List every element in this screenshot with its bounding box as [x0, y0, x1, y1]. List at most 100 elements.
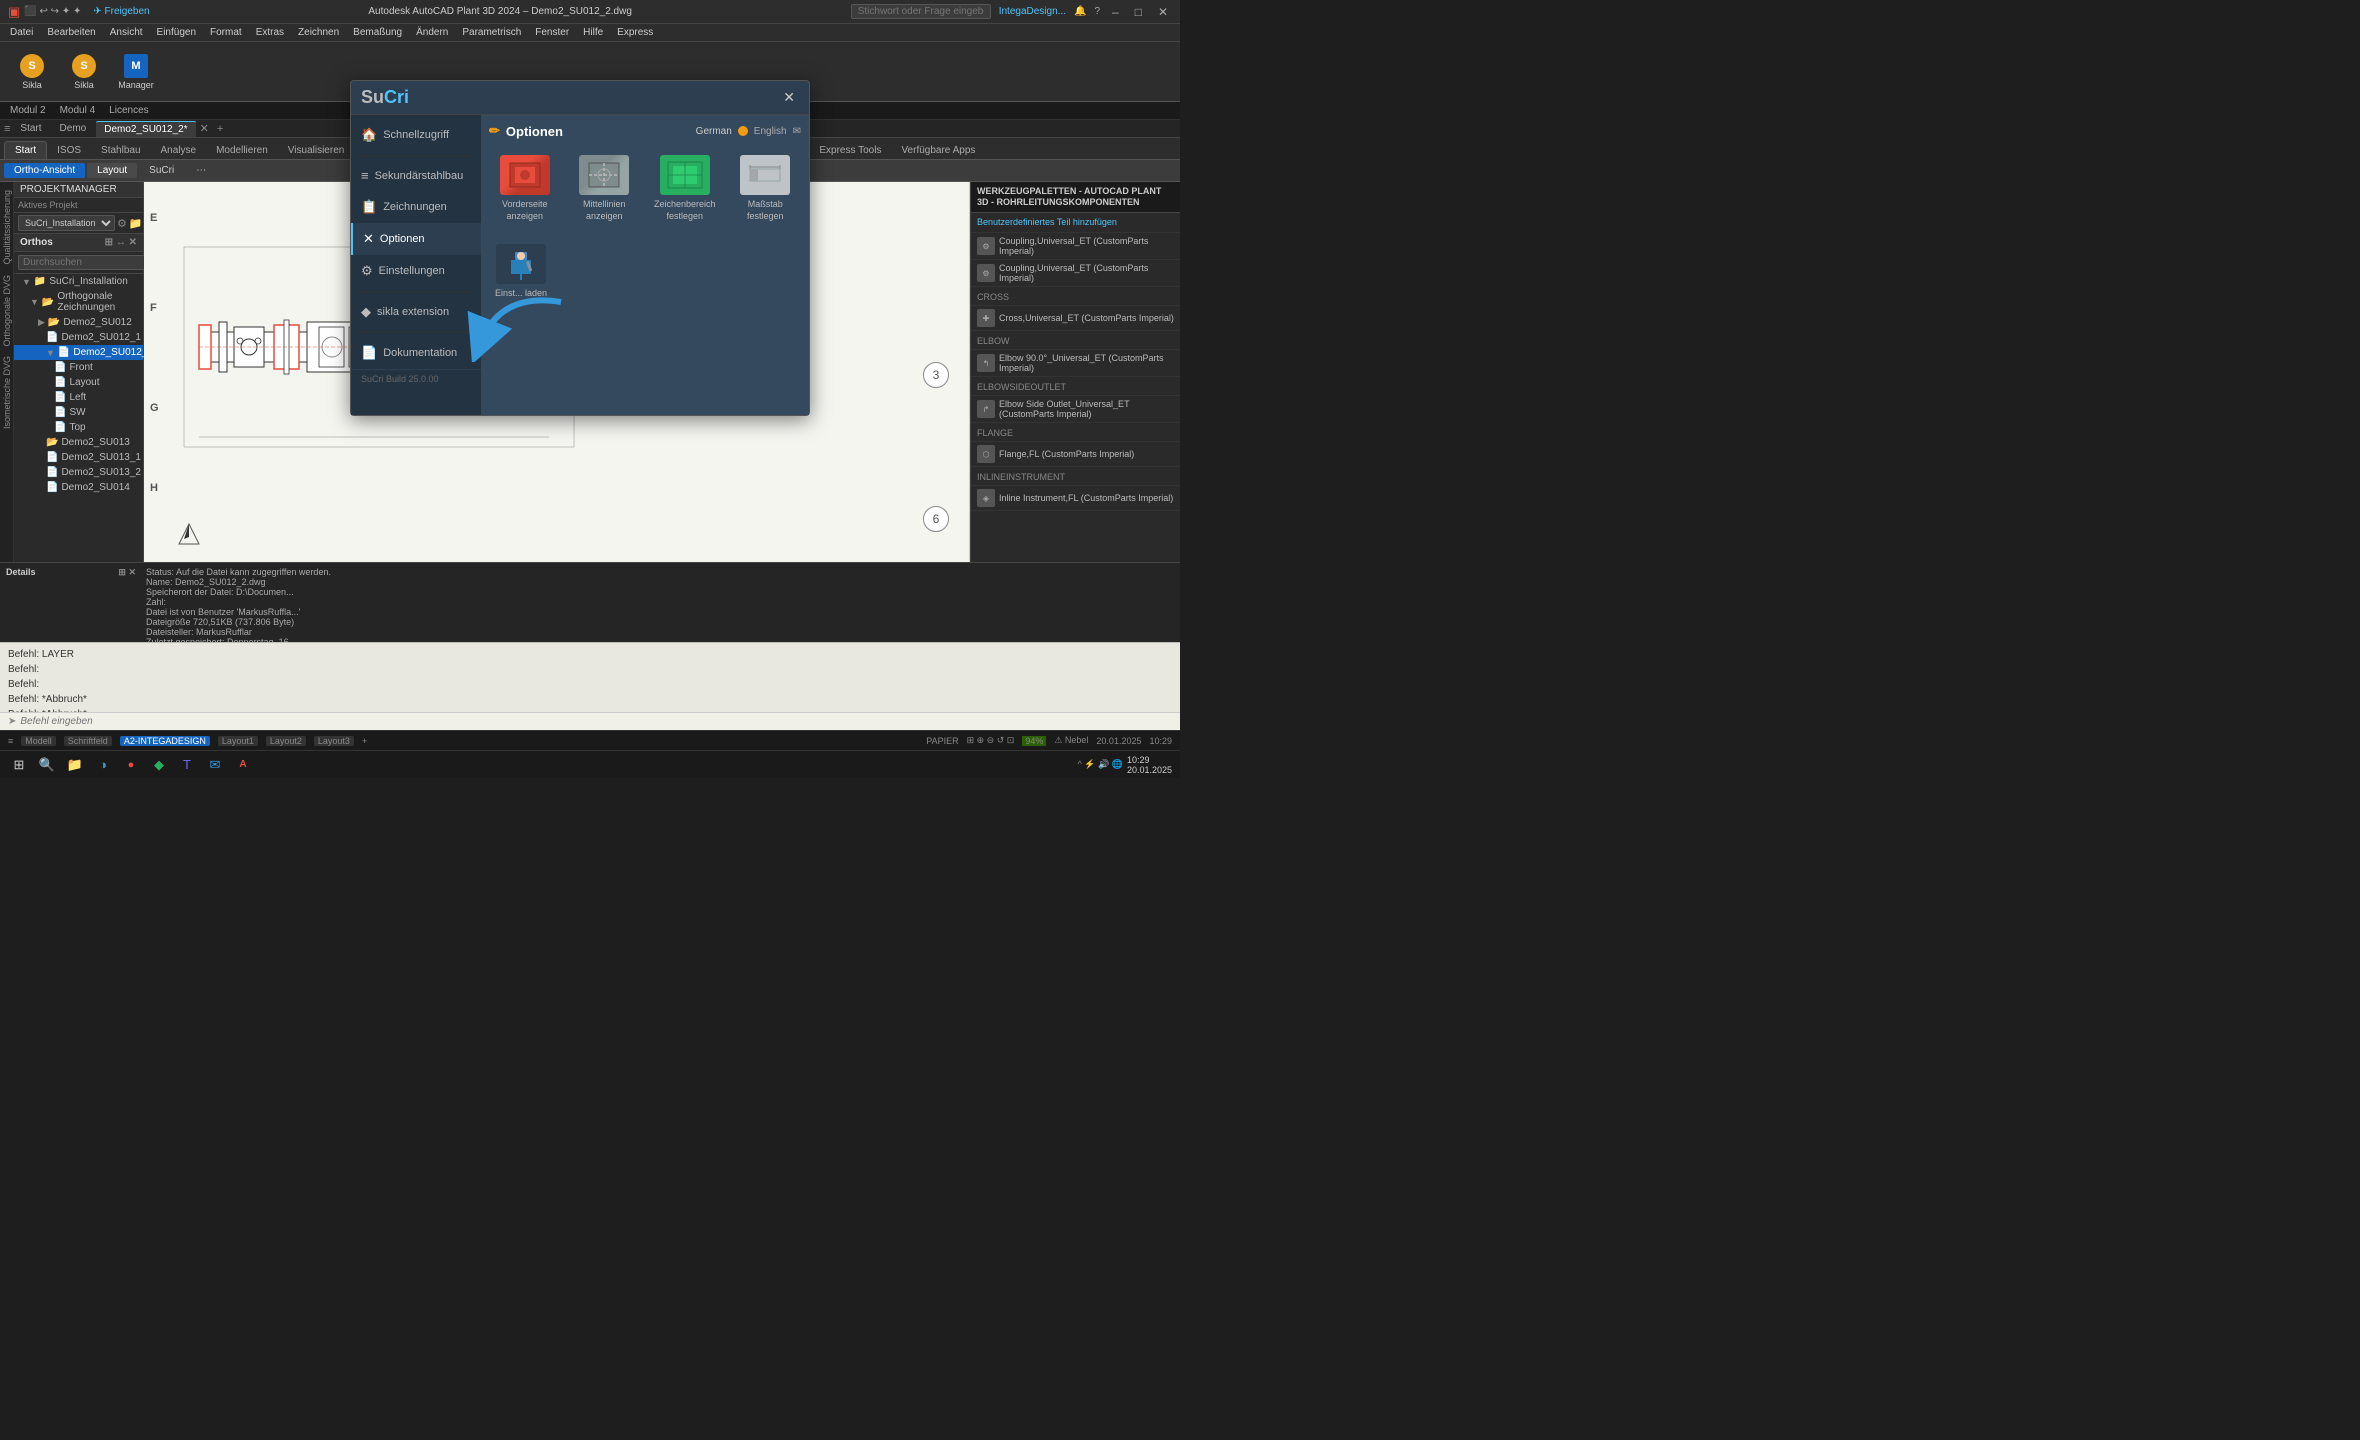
tab-demo2[interactable]: Demo2_SU012_2* — [96, 121, 195, 137]
close-tab-icon[interactable]: ✕ — [200, 122, 209, 135]
ribbon-tab-start[interactable]: Start — [4, 141, 47, 159]
popup-schnellzugriff[interactable]: 🏠 Schnellzugriff — [351, 119, 481, 151]
popup-close-button[interactable]: ✕ — [779, 89, 799, 106]
menu-ansicht[interactable]: Ansicht — [104, 25, 149, 40]
vert-tab-qualitat[interactable]: Qualitätssicherung — [1, 186, 13, 269]
tree-sw[interactable]: 📄 SW — [14, 405, 143, 420]
status-a2[interactable]: A2-INTEGADESIGN — [120, 736, 210, 746]
popup-grid-mittellinien[interactable]: Mittellinien anzeigen — [568, 149, 639, 228]
status-layout2[interactable]: Layout2 — [266, 736, 306, 746]
add-tab-button[interactable]: + — [211, 121, 229, 137]
taskbar-teams-icon[interactable]: T — [176, 754, 198, 776]
toolbar-manager-btn[interactable]: M Manager — [112, 46, 160, 98]
help-icon[interactable]: ? — [1094, 6, 1100, 17]
module-4[interactable]: Modul 4 — [54, 103, 102, 118]
tree-front[interactable]: 📄 Front — [14, 360, 143, 375]
vert-tab-iso[interactable]: Isometrische DVG — [1, 352, 13, 433]
ribbon-tab-modellieren[interactable]: Modellieren — [206, 142, 278, 159]
module-2[interactable]: Modul 2 — [4, 103, 52, 118]
notification-icon[interactable]: 🔔 — [1074, 6, 1086, 17]
minimize-button[interactable]: – — [1108, 5, 1123, 19]
right-item-flange[interactable]: ⬡ Flange,FL (CustomParts Imperial) — [971, 442, 1180, 467]
lang-mail-icon[interactable]: ✉ — [793, 126, 801, 137]
maximize-button[interactable]: □ — [1131, 5, 1146, 19]
right-item-cross[interactable]: ✚ Cross,Universal_ET (CustomParts Imperi… — [971, 306, 1180, 331]
popup-grid-vorderseite[interactable]: Vorderseite anzeigen — [489, 149, 560, 228]
lang-de[interactable]: German — [696, 126, 732, 137]
ribbon-tab-visualisieren[interactable]: Visualisieren — [278, 142, 355, 159]
popup-load-settings[interactable]: Einst... laden — [489, 238, 553, 306]
menu-fenster[interactable]: Fenster — [529, 25, 575, 40]
menu-parametrisch[interactable]: Parametrisch — [456, 25, 527, 40]
tree-ortho[interactable]: ▼ 📂 Orthogonale Zeichnungen — [14, 289, 143, 315]
tree-su012-1[interactable]: 📄 Demo2_SU012_1 — [14, 330, 143, 345]
popup-sikla-extension[interactable]: ◆ sikla extension — [351, 296, 481, 328]
tree-su013-2[interactable]: 📄 Demo2_SU013_2 — [14, 465, 143, 480]
tab-start[interactable]: Start — [12, 121, 49, 136]
menu-extras[interactable]: Extras — [250, 25, 290, 40]
nav-layout[interactable]: Layout — [87, 163, 137, 178]
tree-top[interactable]: 📄 Top — [14, 420, 143, 435]
close-button[interactable]: ✕ — [1154, 5, 1172, 19]
add-custom-part-btn[interactable]: Benutzerdefiniertes Teil hinzufügen — [977, 217, 1117, 227]
menu-einfuegen[interactable]: Einfügen — [151, 25, 202, 40]
right-item-inline[interactable]: ◈ Inline Instrument,FL (CustomParts Impe… — [971, 486, 1180, 511]
tree-su013[interactable]: 📂 Demo2_SU013 — [14, 435, 143, 450]
right-item-coupling-1[interactable]: ⚙ Coupling,Universal_ET (CustomParts Imp… — [971, 233, 1180, 260]
taskbar-outlook-icon[interactable]: ✉ — [204, 754, 226, 776]
ribbon-tab-analyse[interactable]: Analyse — [151, 142, 207, 159]
project-search-input[interactable] — [18, 255, 160, 270]
tree-left[interactable]: 📄 Left — [14, 390, 143, 405]
lang-en[interactable]: English — [754, 126, 787, 137]
tree-layout[interactable]: 📄 Layout — [14, 375, 143, 390]
taskbar-search-icon[interactable]: 🔍 — [36, 754, 58, 776]
tree-su012-2[interactable]: ▼ 📄 Demo2_SU012_2 — [14, 345, 143, 360]
right-item-coupling-2[interactable]: ⚙ Coupling,Universal_ET (CustomParts Imp… — [971, 260, 1180, 287]
ribbon-tab-stahlbau[interactable]: Stahlbau — [91, 142, 150, 159]
popup-einstellungen[interactable]: ⚙ Einstellungen — [351, 255, 481, 287]
vert-tab-ortho[interactable]: Orthogonale DVG — [1, 271, 13, 351]
nav-more[interactable]: ⋯ — [186, 163, 216, 178]
popup-dokumentation[interactable]: 📄 Dokumentation — [351, 337, 481, 369]
status-schriftfeld[interactable]: Schriftfeld — [64, 736, 112, 746]
status-modell[interactable]: Modell — [21, 736, 56, 746]
add-layout-btn[interactable]: + — [362, 736, 367, 746]
console-input-field[interactable] — [20, 716, 1172, 727]
popup-grid-zeichenbereich[interactable]: Zeichenbereich festlegen — [648, 149, 722, 228]
toolbar-sikla-btn-1[interactable]: S Sikla — [8, 46, 56, 98]
toolbar-sikla-btn-2[interactable]: S Sikla — [60, 46, 108, 98]
right-item-elbow[interactable]: ↰ Elbow 90.0°_Universal_ET (CustomParts … — [971, 350, 1180, 377]
collapse-icon[interactable]: ≡ — [4, 123, 10, 135]
popup-optionen[interactable]: ✕ Optionen — [351, 223, 481, 255]
menu-hilfe[interactable]: Hilfe — [577, 25, 609, 40]
tree-su013-1[interactable]: 📄 Demo2_SU013_1 — [14, 450, 143, 465]
popup-zeichnungen[interactable]: 📋 Zeichnungen — [351, 191, 481, 223]
layout-toggle-icon[interactable]: ≡ — [8, 736, 13, 746]
tree-root[interactable]: ▼ 📁 SuCri_Installation — [14, 274, 143, 289]
taskbar-edge-icon[interactable]: ◑ — [92, 754, 114, 776]
taskbar-chrome-icon[interactable]: ● — [120, 754, 142, 776]
windows-start-icon[interactable]: ⊞ — [8, 754, 30, 776]
menu-bemasssung[interactable]: Bemaßung — [347, 25, 408, 40]
tab-demo[interactable]: Demo — [52, 121, 95, 136]
menu-aendern[interactable]: Ändern — [410, 25, 454, 40]
nav-sucri[interactable]: SuCri — [139, 163, 184, 178]
nav-ortho-ansicht[interactable]: Ortho-Ansicht — [4, 163, 85, 178]
menu-bearbeiten[interactable]: Bearbeiten — [41, 25, 101, 40]
popup-grid-massstab[interactable]: Maßstab festlegen — [730, 149, 801, 228]
taskbar-app4-icon[interactable]: ◆ — [148, 754, 170, 776]
right-item-elbow-side[interactable]: ↱ Elbow Side Outlet_Universal_ET (Custom… — [971, 396, 1180, 423]
menu-format[interactable]: Format — [204, 25, 248, 40]
menu-express[interactable]: Express — [611, 25, 659, 40]
project-folder-icon[interactable]: 📁 — [129, 217, 143, 230]
ribbon-tab-verfuegbare-apps[interactable]: Verfügbare Apps — [891, 142, 985, 159]
menu-zeichnen[interactable]: Zeichnen — [292, 25, 345, 40]
project-settings-icon[interactable]: ⚙ — [117, 217, 127, 230]
title-search-input[interactable] — [851, 4, 991, 19]
ribbon-tab-express-tools[interactable]: Express Tools — [809, 142, 891, 159]
tree-su014[interactable]: 📄 Demo2_SU014 — [14, 480, 143, 495]
status-layout1[interactable]: Layout1 — [218, 736, 258, 746]
menu-datei[interactable]: Datei — [4, 25, 39, 40]
popup-sekundarstahlbau[interactable]: ≡ Sekundärstahlbau — [351, 160, 481, 191]
taskbar-explorer-icon[interactable]: 📁 — [64, 754, 86, 776]
